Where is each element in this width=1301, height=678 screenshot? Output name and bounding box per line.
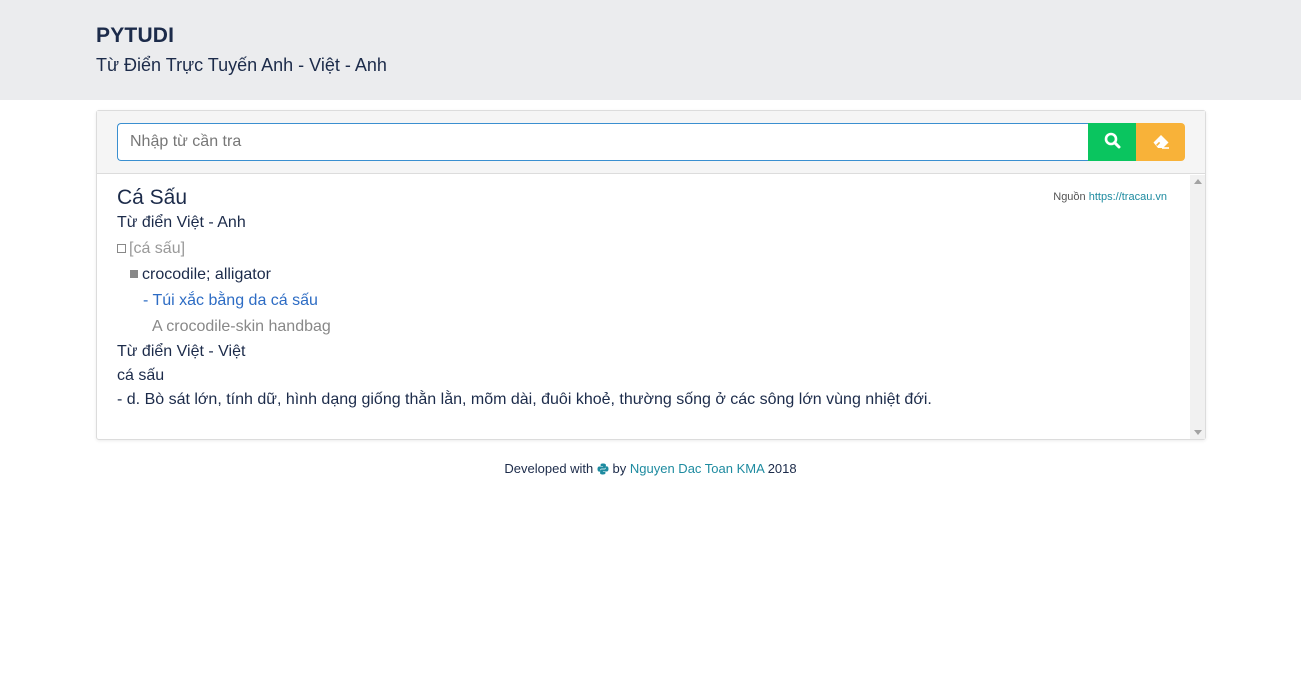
scrollbar[interactable]: [1190, 175, 1205, 439]
dict-en-label: Từ điển Việt - Anh: [117, 214, 246, 231]
example-text: Túi xắc bằng da cá sấu: [152, 292, 318, 309]
example: - Túi xắc bằng da cá sấu: [143, 292, 318, 310]
clear-button[interactable]: [1136, 123, 1185, 161]
scroll-down-arrow-icon[interactable]: [1194, 430, 1202, 435]
footer-year: 2018: [767, 461, 797, 476]
bullet-icon: [130, 270, 138, 278]
search-button[interactable]: [1088, 123, 1136, 161]
brand-subtitle: Từ Điển Trực Tuyến Anh - Việt - Anh: [96, 55, 387, 75]
vi-definition: - d. Bò sát lớn, tính dữ, hình dạng giốn…: [117, 391, 932, 408]
footer-prefix: Developed with: [504, 461, 594, 476]
dict-vi-label: Từ điển Việt - Việt: [117, 343, 246, 360]
pronunciation-text: [cá sấu]: [129, 240, 186, 257]
search-input[interactable]: [117, 123, 1088, 161]
footer: Developed with by Nguyen Dac Toan KMA 20…: [0, 461, 1301, 478]
scroll-up-arrow-icon[interactable]: [1194, 179, 1202, 184]
source-link[interactable]: https://tracau.vn: [1089, 191, 1167, 203]
vi-word: cá sấu: [117, 367, 165, 384]
example-translation: A crocodile-skin handbag: [152, 318, 331, 335]
result-content: Cá Sấu Nguồn https://tracau.vn Từ điển V…: [97, 175, 1191, 439]
pronunciation: [cá sấu]: [117, 240, 185, 258]
eraser-icon: [1152, 133, 1170, 152]
word-title: Cá Sấu: [117, 186, 188, 209]
search-icon: [1104, 132, 1121, 152]
example-dash: -: [143, 292, 149, 309]
dictionary-panel: Cá Sấu Nguồn https://tracau.vn Từ điển V…: [96, 110, 1206, 440]
source-label: Nguồn: [1053, 191, 1086, 203]
author-link[interactable]: Nguyen Dac Toan KMA: [630, 461, 764, 476]
footer-by: by: [612, 461, 627, 476]
square-icon: [117, 244, 126, 253]
meaning: crocodile; alligator: [130, 266, 271, 284]
brand-title: PYTUDI: [96, 24, 175, 47]
search-bar: [97, 111, 1205, 174]
meaning-text: crocodile; alligator: [142, 266, 271, 283]
page-header: PYTUDI Từ Điển Trực Tuyến Anh - Việt - A…: [0, 0, 1301, 100]
python-icon: [597, 463, 609, 478]
source-note: Nguồn https://tracau.vn: [1053, 191, 1167, 203]
